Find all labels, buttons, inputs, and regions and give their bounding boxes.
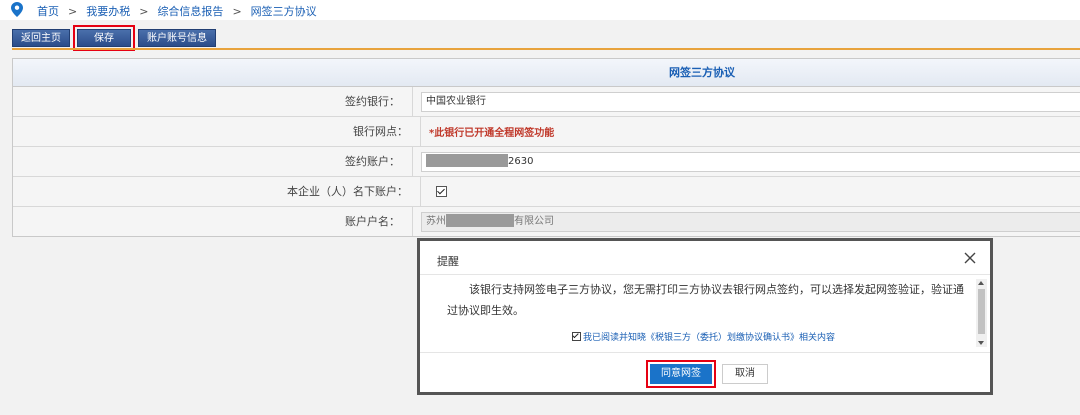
- save-button[interactable]: 保存: [73, 25, 135, 51]
- account-number-suffix: 2630: [508, 155, 534, 167]
- toolbar: 返回主页 保存 账户账号信息: [12, 25, 223, 51]
- account-info-button[interactable]: 账户账号信息: [138, 29, 216, 47]
- dialog-scrollbar[interactable]: [976, 279, 987, 347]
- own-account-checkbox[interactable]: [436, 186, 447, 197]
- form-title: 网签三方协议: [13, 59, 1080, 87]
- own-account-label: 本企业（人）名下账户：: [13, 177, 421, 206]
- form-row-own-account: 本企业（人）名下账户：: [13, 177, 1080, 207]
- scroll-up-icon[interactable]: [978, 281, 984, 285]
- agreement-form: 网签三方协议 签约银行： 中国农业银行 银行网点： *此银行已开通全程网签功能 …: [12, 58, 1080, 237]
- form-row-account-name: 账户户名： 苏州 有限公司: [13, 207, 1080, 236]
- branch-hint: *此银行已开通全程网签功能: [429, 128, 555, 139]
- account-name-label: 账户户名：: [13, 207, 413, 236]
- redacted-block: [446, 214, 514, 227]
- dialog-divider: [420, 274, 990, 275]
- branch-label: 银行网点：: [13, 117, 421, 146]
- location-pin-icon: [11, 2, 23, 17]
- close-icon[interactable]: [964, 252, 976, 264]
- account-name-field: 苏州 有限公司: [421, 211, 1080, 232]
- account-number-field[interactable]: 2630: [421, 151, 1080, 172]
- account-name-prefix: 苏州: [426, 215, 446, 227]
- bank-select[interactable]: 中国农业银行: [421, 91, 1080, 112]
- breadcrumb-separator: >: [232, 4, 242, 18]
- account-name-suffix: 有限公司: [514, 215, 554, 227]
- cancel-button[interactable]: 取消: [722, 364, 768, 384]
- agree-sign-button[interactable]: 同意网签: [646, 360, 716, 388]
- breadcrumb-separator: >: [68, 4, 78, 18]
- dialog-title: 提醒: [437, 255, 459, 268]
- redacted-block: [426, 154, 508, 167]
- breadcrumb-current[interactable]: 网签三方协议: [251, 3, 317, 19]
- breadcrumb: 首页 > 我要办税 > 综合信息报告 > 网签三方协议: [0, 0, 1080, 20]
- account-label: 签约账户：: [13, 147, 413, 176]
- form-row-branch: 银行网点： *此银行已开通全程网签功能: [13, 117, 1080, 147]
- form-row-bank: 签约银行： 中国农业银行: [13, 87, 1080, 117]
- breadcrumb-tax[interactable]: 我要办税: [86, 3, 130, 19]
- dialog-footer-divider: [420, 352, 990, 353]
- back-home-button[interactable]: 返回主页: [12, 29, 70, 47]
- scroll-thumb[interactable]: [978, 289, 985, 334]
- agree-text[interactable]: 我已阅读并知晓《税银三方（委托）划缴协议确认书》相关内容: [583, 330, 835, 343]
- agree-checkbox[interactable]: [572, 332, 581, 341]
- reminder-dialog: 提醒 该银行支持网签电子三方协议，您无需打印三方协议去银行网点签约，可以选择发起…: [417, 238, 993, 395]
- breadcrumb-report[interactable]: 综合信息报告: [157, 3, 223, 19]
- bank-label: 签约银行：: [13, 87, 413, 116]
- breadcrumb-separator: >: [139, 4, 149, 18]
- breadcrumb-home[interactable]: 首页: [37, 3, 59, 19]
- dialog-message: 该银行支持网签电子三方协议，您无需打印三方协议去银行网点签约，可以选择发起网签验…: [447, 283, 964, 317]
- scroll-down-icon[interactable]: [978, 341, 984, 345]
- form-row-account: 签约账户： 2630: [13, 147, 1080, 177]
- toolbar-divider: [12, 48, 1080, 50]
- agree-row: 我已阅读并知晓《税银三方（委托）划缴协议确认书》相关内容: [572, 330, 835, 343]
